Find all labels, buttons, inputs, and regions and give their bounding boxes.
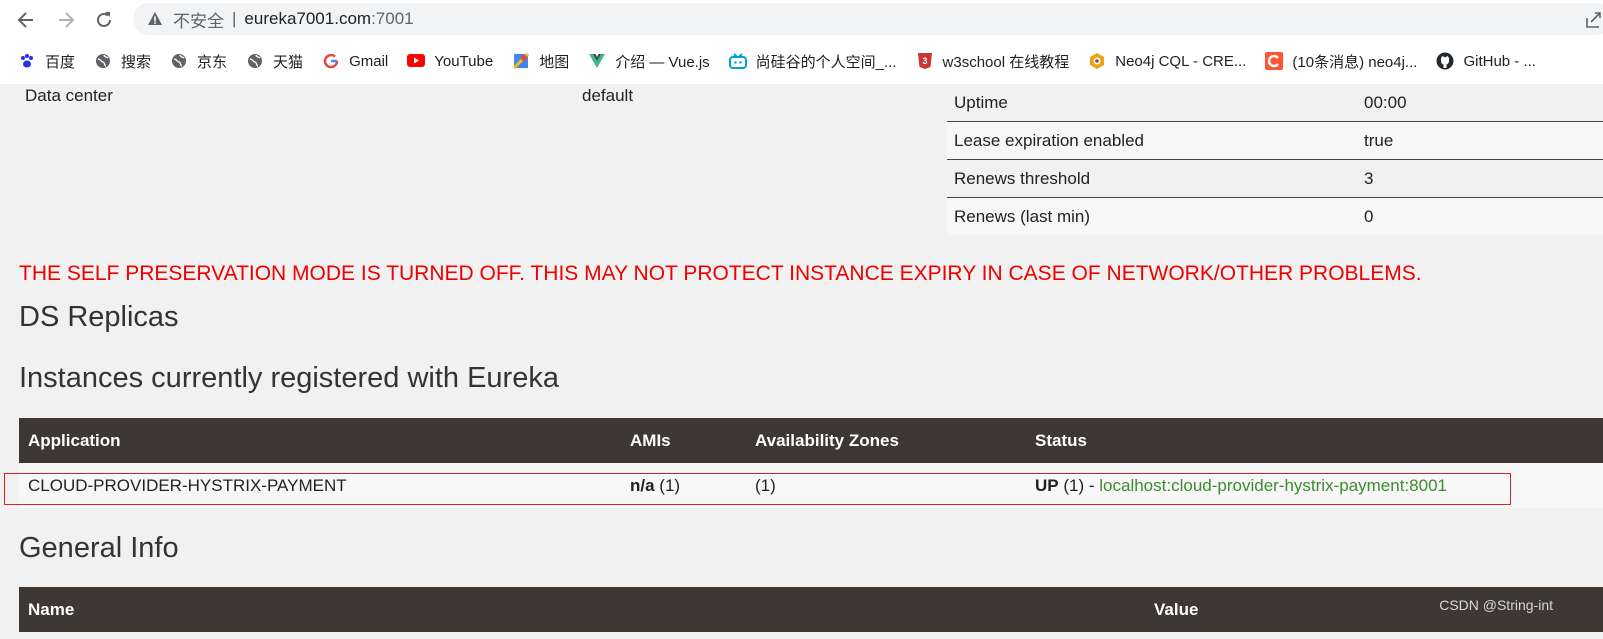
forward-button[interactable]: [52, 6, 80, 34]
bookmark-label: 地图: [539, 53, 570, 71]
bookmark-label: (10条消息) neo4j...: [1292, 53, 1418, 71]
col-application: Application: [28, 431, 121, 450]
back-button[interactable]: [12, 6, 40, 34]
reload-icon: [97, 12, 111, 27]
security-label[interactable]: 不安全: [173, 7, 224, 32]
browser-chrome: 不安全 | eureka7001.com:7001 百度 搜索 京东 天猫 Gmail Y…: [0, 0, 1603, 84]
eureka-dashboard: Data center default Uptime 00:00 Lease exp…: [0, 84, 1603, 639]
w3school-icon: 3: [916, 52, 934, 70]
instances-table-header: Application AMIs Availability Zones Stat…: [19, 418, 1603, 463]
bookmark-8[interactable]: 尚硅谷的个人空间_...: [728, 51, 897, 72]
bookmark-6[interactable]: 地图: [512, 51, 569, 72]
address-bar[interactable]: 不安全 | eureka7001.com:7001: [133, 3, 1603, 35]
general-info-table-header: Name Value: [19, 587, 1603, 632]
bookmark-9[interactable]: 3 w3school 在线教程: [916, 51, 1070, 72]
col-value: Value: [1154, 600, 1199, 619]
col-availability-zones: Availability Zones: [755, 431, 899, 450]
status-label: Renews threshold: [947, 159, 1354, 198]
col-name: Name: [28, 600, 75, 619]
globe-icon: [246, 52, 264, 70]
bilibili-tv-icon: [728, 52, 747, 70]
github-cat-icon: [1436, 52, 1454, 70]
baidu-paw-icon: [18, 52, 36, 70]
col-amis: AMIs: [630, 431, 671, 450]
bookmark-label: GitHub - ...: [1463, 52, 1536, 70]
col-status: Status: [1035, 431, 1087, 450]
browser-toolbar: 不安全 | eureka7001.com:7001: [0, 0, 1603, 40]
bookmark-label: 京东: [197, 53, 228, 71]
bookmark-4[interactable]: Gmail: [322, 52, 388, 70]
highlight-box: [4, 473, 1511, 505]
status-label: Uptime: [947, 84, 1354, 122]
bookmark-label: Gmail: [349, 52, 389, 70]
arrow-right-icon: [59, 12, 75, 28]
bookmark-11[interactable]: (10条消息) neo4j...: [1265, 51, 1417, 72]
bookmark-1[interactable]: 搜索: [94, 51, 151, 72]
bookmark-3[interactable]: 天猫: [246, 51, 303, 72]
neo4j-hex-icon: [1088, 52, 1106, 70]
status-row: Uptime 00:00: [947, 84, 1603, 122]
bookmark-label: 搜索: [121, 53, 152, 71]
maps-pin-icon: [512, 52, 530, 70]
url-host: eureka7001.com: [244, 9, 372, 28]
bookmark-5[interactable]: YouTube: [407, 52, 493, 70]
status-value: 3: [1354, 159, 1603, 198]
bookmark-label: w3school 在线教程: [942, 53, 1070, 71]
url-port: :7001: [371, 9, 414, 28]
bookmark-label: 百度: [45, 53, 76, 71]
watermark: CSDN @String-int: [1439, 597, 1553, 613]
status-table: Uptime 00:00 Lease expiration enabled true R…: [947, 84, 1603, 235]
data-center-value: default: [582, 86, 634, 105]
svg-text:3: 3: [922, 56, 927, 66]
bookmark-10[interactable]: Neo4j CQL - CRE...: [1088, 52, 1246, 70]
data-center-label: Data center: [25, 86, 113, 105]
status-value: true: [1354, 121, 1603, 160]
google-g-icon: [322, 52, 340, 70]
csdn-c-icon: [1265, 52, 1284, 70]
bookmark-label: 介绍 — Vue.js: [615, 53, 710, 71]
vue-logo-icon: [588, 52, 606, 70]
status-row: Lease expiration enabled true: [947, 121, 1603, 160]
address-separator: |: [232, 9, 237, 28]
status-label: Lease expiration enabled: [947, 121, 1354, 160]
globe-icon: [170, 52, 188, 70]
warning-triangle-icon: [147, 10, 165, 28]
status-label: Renews (last min): [947, 197, 1354, 235]
status-row: Renews (last min) 0: [947, 197, 1603, 235]
bookmark-7[interactable]: 介绍 — Vue.js: [588, 51, 710, 72]
status-row: Renews threshold 3: [947, 159, 1603, 198]
arrow-left-icon: [17, 12, 33, 28]
bookmark-2[interactable]: 京东: [170, 51, 227, 72]
bookmark-12[interactable]: GitHub - ...: [1436, 52, 1536, 70]
bookmark-0[interactable]: 百度: [18, 51, 75, 72]
youtube-icon: [407, 52, 426, 70]
ds-replicas-heading: DS Replicas: [19, 301, 179, 333]
bookmark-label: YouTube: [434, 52, 494, 70]
general-info-heading: General Info: [19, 532, 179, 564]
bookmarks-bar: 百度 搜索 京东 天猫 Gmail YouTube 地图 介绍 — Vue.js 尚硅谷的个人空…: [0, 44, 1603, 78]
self-preservation-warning: THE SELF PRESERVATION MODE IS TURNED OFF…: [19, 262, 1422, 285]
instances-heading: Instances currently registered with Eure…: [19, 362, 559, 394]
reload-button[interactable]: [90, 6, 118, 34]
bookmark-label: Neo4j CQL - CRE...: [1115, 52, 1247, 70]
status-value: 0: [1354, 197, 1603, 235]
bookmark-label: 天猫: [273, 53, 304, 71]
share-icon[interactable]: [1585, 9, 1603, 29]
status-value: 00:00: [1354, 84, 1603, 122]
bookmark-label: 尚硅谷的个人空间_...: [755, 53, 897, 71]
globe-icon: [94, 52, 112, 70]
